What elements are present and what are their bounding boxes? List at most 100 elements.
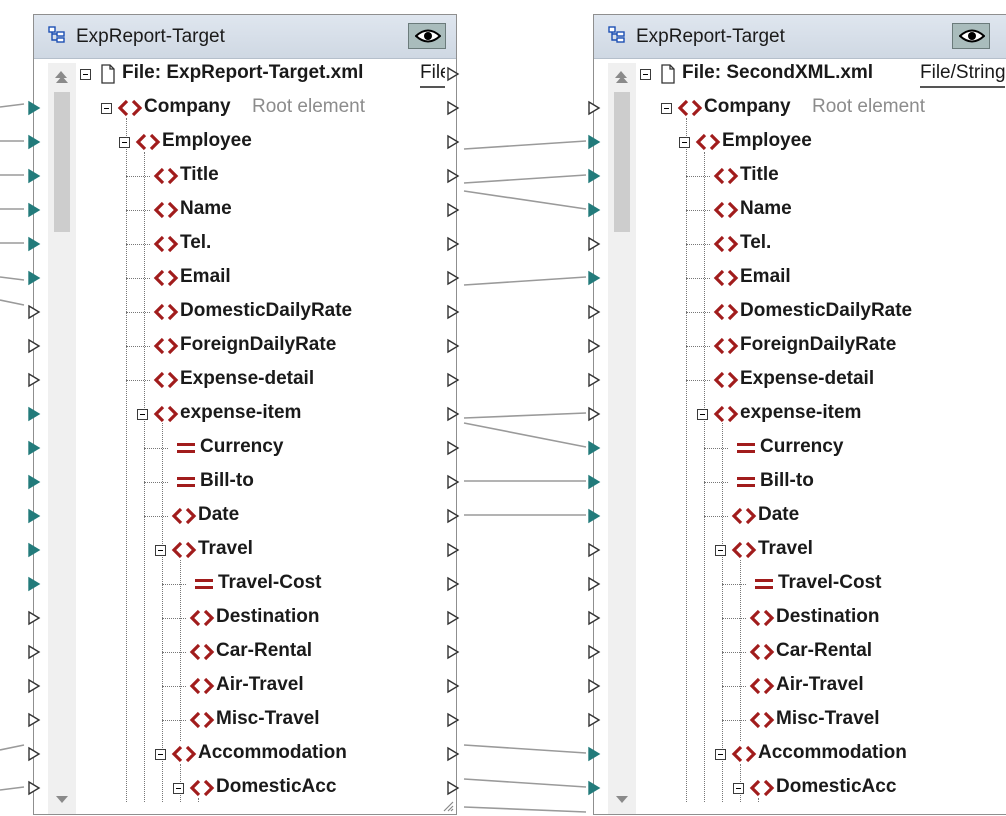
tree-item-name[interactable]: Name xyxy=(588,197,1006,223)
input-connector-icon[interactable] xyxy=(587,168,601,184)
mapping-connection-line[interactable] xyxy=(463,806,587,813)
input-connector-icon[interactable] xyxy=(27,746,41,762)
input-connector-icon[interactable] xyxy=(27,406,41,422)
input-connector-icon[interactable] xyxy=(27,338,41,354)
output-connector-icon[interactable] xyxy=(446,576,460,592)
tree-item-tel-[interactable]: Tel. xyxy=(28,231,460,257)
tree-item-air-travel[interactable]: Air-Travel xyxy=(588,673,1006,699)
mapping-connection-line[interactable] xyxy=(463,744,587,754)
mapping-connection-line[interactable] xyxy=(463,412,587,419)
mapping-connection-line[interactable] xyxy=(463,778,587,788)
output-connector-icon[interactable] xyxy=(446,678,460,694)
output-connector-icon[interactable] xyxy=(446,168,460,184)
input-connector-icon[interactable] xyxy=(587,202,601,218)
tree-item-air-travel[interactable]: Air-Travel xyxy=(28,673,460,699)
input-connector-icon[interactable] xyxy=(587,780,601,796)
mapping-connection-line[interactable] xyxy=(0,786,25,791)
expand-collapse-toggle[interactable] xyxy=(101,103,112,114)
input-connector-icon[interactable] xyxy=(27,236,41,252)
collapse-up-arrow-icon[interactable] xyxy=(615,70,627,78)
input-connector-icon[interactable] xyxy=(587,372,601,388)
input-connector-icon[interactable] xyxy=(587,440,601,456)
input-connector-icon[interactable] xyxy=(587,270,601,286)
expand-collapse-toggle[interactable] xyxy=(661,103,672,114)
expand-collapse-toggle[interactable] xyxy=(697,409,708,420)
mapping-connection-line[interactable] xyxy=(0,103,25,108)
output-connector-icon[interactable] xyxy=(446,406,460,422)
input-connector-icon[interactable] xyxy=(587,406,601,422)
input-connector-icon[interactable] xyxy=(587,474,601,490)
tree-item-currency[interactable]: Currency xyxy=(28,435,460,461)
tree-item-accommodation[interactable]: Accommodation xyxy=(28,741,460,767)
component-panel-left[interactable]: ExpReport-Target File: ExpReport-Target.… xyxy=(28,14,460,815)
file-action-button[interactable]: File/String xyxy=(920,62,1005,88)
output-connector-icon[interactable] xyxy=(446,304,460,320)
tree-item-currency[interactable]: Currency xyxy=(588,435,1006,461)
tree-item-misc-travel[interactable]: Misc-Travel xyxy=(588,707,1006,733)
output-connector-icon[interactable] xyxy=(446,372,460,388)
panel-titlebar[interactable]: ExpReport-Target xyxy=(34,15,456,59)
expand-collapse-toggle[interactable] xyxy=(155,749,166,760)
tree-item-expense-detail[interactable]: Expense-detail xyxy=(588,367,1006,393)
output-connector-icon[interactable] xyxy=(446,202,460,218)
mapping-connection-line[interactable] xyxy=(0,276,25,281)
input-connector-icon[interactable] xyxy=(27,168,41,184)
input-connector-icon[interactable] xyxy=(27,780,41,796)
tree-item-destination[interactable]: Destination xyxy=(28,605,460,631)
tree-item-domesticdailyrate[interactable]: DomesticDailyRate xyxy=(28,299,460,325)
expand-collapse-toggle[interactable] xyxy=(733,783,744,794)
output-connector-icon[interactable] xyxy=(446,712,460,728)
mapping-connection-line[interactable] xyxy=(0,299,25,306)
input-connector-icon[interactable] xyxy=(587,712,601,728)
input-connector-icon[interactable] xyxy=(587,508,601,524)
input-connector-icon[interactable] xyxy=(27,712,41,728)
tree-item-employee[interactable]: Employee xyxy=(588,129,1006,155)
tree-item-accommodation[interactable]: Accommodation xyxy=(588,741,1006,767)
input-connector-icon[interactable] xyxy=(587,304,601,320)
input-connector-icon[interactable] xyxy=(587,338,601,354)
expand-collapse-toggle[interactable] xyxy=(715,545,726,556)
input-connector-icon[interactable] xyxy=(587,236,601,252)
output-connector-icon[interactable] xyxy=(446,338,460,354)
input-connector-icon[interactable] xyxy=(27,644,41,660)
component-panel-right[interactable]: ExpReport-Target File: SecondXML.xml File… xyxy=(588,14,1006,815)
mapping-connection-line[interactable] xyxy=(463,174,587,184)
input-connector-icon[interactable] xyxy=(27,610,41,626)
input-connector-icon[interactable] xyxy=(27,508,41,524)
resize-grip-icon[interactable] xyxy=(442,800,454,812)
tree-item-expense-item[interactable]: expense-item xyxy=(588,401,1006,427)
mapping-connection-line[interactable] xyxy=(463,422,587,448)
output-connector-icon[interactable] xyxy=(446,610,460,626)
expand-collapse-toggle[interactable] xyxy=(640,69,651,80)
input-connector-icon[interactable] xyxy=(587,100,601,116)
mapping-connection-line[interactable] xyxy=(463,276,587,286)
collapse-up-arrow-icon[interactable] xyxy=(55,70,67,78)
input-connector-icon[interactable] xyxy=(587,576,601,592)
panel-titlebar[interactable]: ExpReport-Target xyxy=(594,15,1006,59)
input-connector-icon[interactable] xyxy=(587,746,601,762)
tree-item-foreigndailyrate[interactable]: ForeignDailyRate xyxy=(28,333,460,359)
output-connector-icon[interactable] xyxy=(446,644,460,660)
tree-item-title[interactable]: Title xyxy=(588,163,1006,189)
output-connector-icon[interactable] xyxy=(446,134,460,150)
tree-item-date[interactable]: Date xyxy=(588,503,1006,529)
input-connector-icon[interactable] xyxy=(27,440,41,456)
expand-collapse-toggle[interactable] xyxy=(715,749,726,760)
output-connector-icon[interactable] xyxy=(446,236,460,252)
input-connector-icon[interactable] xyxy=(587,134,601,150)
output-connector-icon[interactable] xyxy=(446,66,460,82)
input-connector-icon[interactable] xyxy=(587,610,601,626)
tree-item-company[interactable]: Company Root element xyxy=(588,95,1006,121)
tree-item-title[interactable]: Title xyxy=(28,163,460,189)
input-connector-icon[interactable] xyxy=(27,576,41,592)
input-connector-icon[interactable] xyxy=(587,644,601,660)
output-connector-icon[interactable] xyxy=(446,508,460,524)
tree-item-travel-cost[interactable]: Travel-Cost xyxy=(588,571,1006,597)
tree-item-foreigndailyrate[interactable]: ForeignDailyRate xyxy=(588,333,1006,359)
file-action-button[interactable]: File xyxy=(420,62,445,88)
mapping-connection-line[interactable] xyxy=(463,140,587,150)
tree-item-domesticdailyrate[interactable]: DomesticDailyRate xyxy=(588,299,1006,325)
input-connector-icon[interactable] xyxy=(27,134,41,150)
input-connector-icon[interactable] xyxy=(27,304,41,320)
tree-item-tel-[interactable]: Tel. xyxy=(588,231,1006,257)
